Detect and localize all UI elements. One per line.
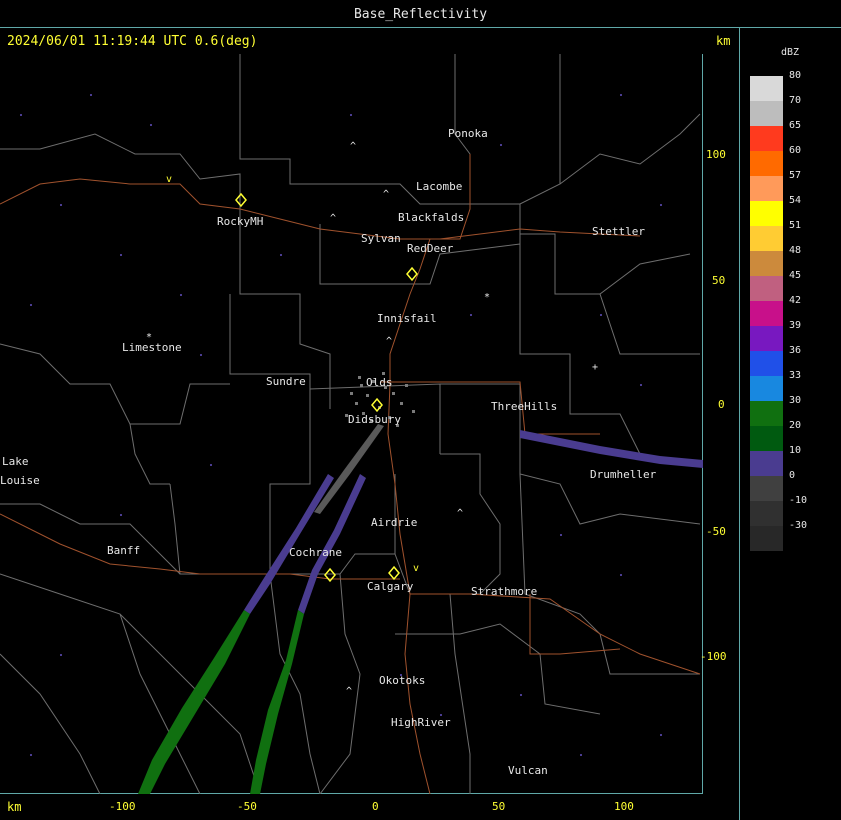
svg-text:*: *	[484, 292, 490, 303]
legend-swatch	[750, 476, 783, 501]
radar-map[interactable]: vv ^ ^ ^ * * + ^ ^ ^ Ponoka Lacombe Blackfalds…	[0, 54, 703, 794]
city-reddeer: RedDeer	[407, 242, 454, 255]
city-cochrane: Cochrane	[289, 546, 342, 559]
legend-label: 30	[789, 395, 802, 406]
y-tick-neg50: -50	[706, 525, 726, 538]
legend-swatch	[750, 501, 783, 526]
x-tick-0: 0	[372, 800, 379, 813]
city-lacombe: Lacombe	[416, 180, 463, 193]
city-olds: Olds	[366, 376, 393, 389]
city-strathmore: Strathmore	[471, 585, 538, 598]
legend-swatch	[750, 176, 783, 201]
svg-text:^: ^	[330, 213, 336, 224]
legend-label: 65	[789, 120, 802, 131]
echo-band-west-green	[138, 610, 250, 794]
city-vulcan: Vulcan	[508, 764, 548, 777]
svg-text:v: v	[166, 174, 172, 185]
legend-label: 60	[789, 145, 802, 156]
echo-band-west	[244, 474, 334, 614]
svg-text:^: ^	[346, 686, 352, 697]
city-innisfail: Innisfail	[377, 312, 437, 325]
legend-swatch	[750, 101, 783, 126]
unit-label-bottom: km	[7, 800, 22, 814]
svg-text:^: ^	[457, 508, 463, 519]
city-blackfalds: Blackfalds	[398, 211, 465, 224]
legend-swatch	[750, 126, 783, 151]
legend-label: 80	[789, 70, 802, 81]
legend-swatch	[750, 351, 783, 376]
echo-band-center-green	[250, 610, 304, 794]
scan-timestamp: 2024/06/01 11:19:44 UTC 0.6(deg)	[7, 34, 258, 49]
svg-text:^: ^	[386, 336, 392, 347]
city-airdrie: Airdrie	[371, 516, 418, 529]
legend-swatch	[750, 201, 783, 226]
legend-label: -10	[789, 495, 808, 506]
y-tick-100: 100	[706, 148, 726, 161]
noise-pixels	[20, 94, 662, 756]
legend-swatch	[750, 251, 783, 276]
x-tick-50: 50	[492, 800, 506, 813]
legend-label: 45	[789, 270, 802, 281]
window-title: Base_Reflectivity	[0, 0, 841, 28]
legend-label: 70	[789, 95, 802, 106]
city-sundre: Sundre	[266, 375, 306, 388]
legend-swatch	[750, 301, 783, 326]
legend-swatch	[750, 76, 783, 101]
city-threehills: ThreeHills	[491, 400, 558, 413]
legend-label: 10	[789, 445, 802, 456]
city-sylvan: Sylvan	[361, 232, 401, 245]
city-drumheller: Drumheller	[590, 468, 657, 481]
legend-swatch	[750, 151, 783, 176]
city-rockymh: RockyMH	[217, 215, 264, 228]
city-louise: Louise	[0, 474, 40, 487]
city-limestone: Limestone	[122, 341, 182, 354]
legend-swatch	[750, 426, 783, 451]
legend-label: 57	[789, 170, 802, 181]
city-ponoka: Ponoka	[448, 127, 488, 140]
legend-label: 0	[789, 470, 796, 481]
unit-label-top: km	[716, 34, 731, 48]
legend-unit: dBZ	[781, 47, 800, 58]
y-tick-50: 50	[712, 274, 726, 287]
x-tick-100: 100	[614, 800, 634, 813]
city-lake: Lake	[2, 455, 29, 468]
svg-text:^: ^	[383, 189, 389, 200]
panel-divider	[739, 28, 740, 820]
echo-band-east	[520, 430, 703, 468]
legend-label: 54	[789, 195, 802, 206]
x-tick-neg100: -100	[109, 800, 136, 813]
legend-swatch	[750, 226, 783, 251]
x-tick-neg50: -50	[237, 800, 257, 813]
legend-label: 51	[789, 220, 802, 231]
legend-swatch	[750, 401, 783, 426]
y-tick-0: 0	[718, 398, 725, 411]
city-calgary: Calgary	[367, 580, 414, 593]
svg-text:^: ^	[350, 141, 356, 152]
legend-swatch	[750, 276, 783, 301]
city-stettler: Stettler	[592, 225, 645, 238]
legend-swatch	[750, 376, 783, 401]
svg-text:v: v	[413, 563, 419, 574]
legend-label: 33	[789, 370, 802, 381]
city-okotoks: Okotoks	[379, 674, 426, 687]
legend-label: 39	[789, 320, 802, 331]
city-highriver: HighRiver	[391, 716, 451, 729]
city-banff: Banff	[107, 544, 141, 557]
legend-label: 42	[789, 295, 802, 306]
legend-swatch	[750, 326, 783, 351]
y-tick-neg100: -100	[700, 650, 727, 663]
legend-swatch	[750, 526, 783, 551]
svg-text:+: +	[592, 362, 598, 373]
legend-label: 36	[789, 345, 802, 356]
legend-label: 20	[789, 420, 802, 431]
legend-label: 48	[789, 245, 802, 256]
legend-swatch	[750, 451, 783, 476]
color-legend	[750, 76, 783, 551]
legend-label: -30	[789, 520, 808, 531]
city-didsbury: Didsbury	[348, 413, 401, 426]
